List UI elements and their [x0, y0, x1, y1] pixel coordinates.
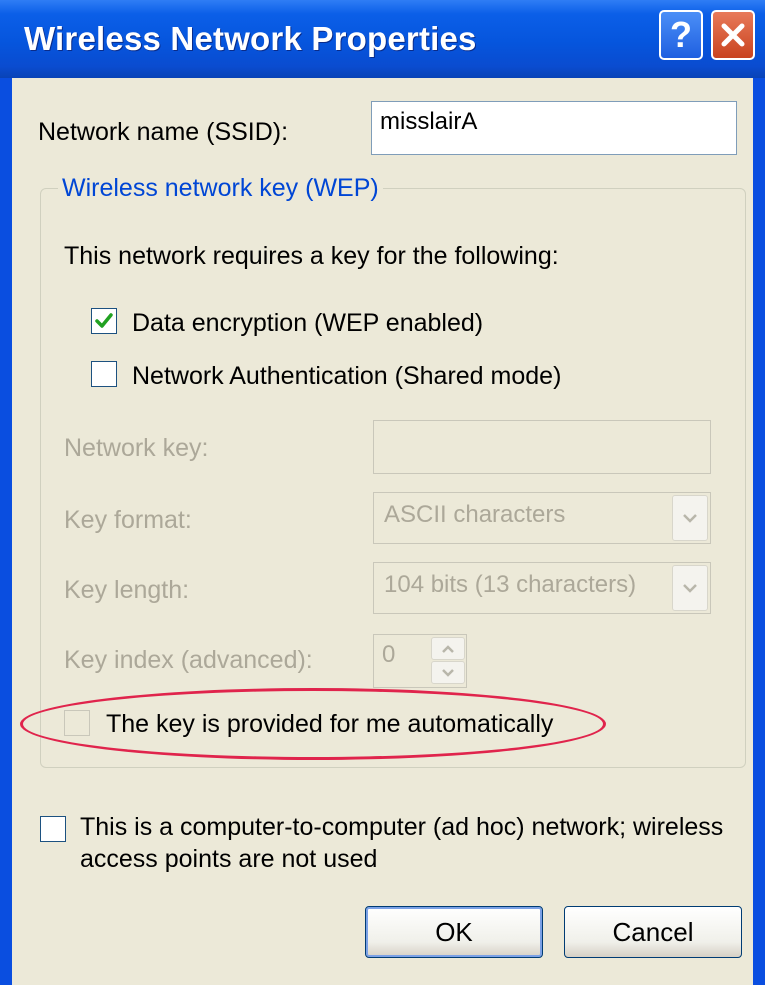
help-icon: ? [670, 14, 692, 55]
checkmark-icon [95, 313, 113, 328]
wep-group-title: Wireless network key (WEP) [58, 174, 383, 203]
help-button[interactable]: ? [659, 10, 703, 60]
adhoc-label-line2[interactable]: access points are not used [80, 845, 377, 874]
cancel-button[interactable]: Cancel [564, 906, 742, 958]
ok-button[interactable]: OK [365, 906, 543, 958]
adhoc-label-line1[interactable]: This is a computer-to-computer (ad hoc) … [80, 813, 723, 842]
key-format-label: Key format: [64, 506, 192, 534]
key-index-up-button[interactable] [431, 637, 465, 660]
data-encryption-label[interactable]: Data encryption (WEP enabled) [132, 309, 483, 338]
wep-intro-text: This network requires a key for the foll… [64, 242, 559, 270]
key-index-down-button[interactable] [431, 661, 465, 684]
adhoc-checkbox[interactable] [40, 816, 66, 842]
chevron-down-icon [442, 668, 454, 677]
key-index-value: 0 [382, 641, 396, 668]
network-key-input[interactable] [373, 420, 711, 474]
network-auth-checkbox[interactable] [91, 361, 117, 387]
key-format-value: ASCII characters [384, 501, 566, 528]
close-button[interactable] [711, 10, 755, 60]
chevron-down-icon [683, 514, 697, 523]
ssid-value: misslairA [380, 108, 478, 135]
title-bar[interactable]: Wireless Network Properties ? [0, 0, 765, 78]
chevron-down-icon [683, 584, 697, 593]
key-index-label: Key index (advanced): [64, 646, 313, 674]
key-format-dropdown-button[interactable] [672, 495, 708, 541]
network-auth-label[interactable]: Network Authentication (Shared mode) [132, 362, 561, 391]
network-key-label: Network key: [64, 434, 209, 462]
close-icon [721, 23, 745, 47]
dialog-window: Wireless Network Properties ? Network na… [0, 0, 765, 985]
ssid-input[interactable]: misslairA [371, 101, 737, 155]
window-title: Wireless Network Properties [24, 20, 477, 57]
key-length-label: Key length: [64, 576, 190, 604]
key-format-select[interactable]: ASCII characters [373, 492, 711, 544]
key-length-select[interactable]: 104 bits (13 characters) [373, 562, 711, 614]
highlight-ellipse [20, 688, 606, 760]
ssid-label: Network name (SSID): [38, 118, 289, 146]
data-encryption-checkbox[interactable] [91, 308, 117, 334]
chevron-up-icon [442, 644, 454, 653]
key-length-dropdown-button[interactable] [672, 565, 708, 611]
dialog-body: Network name (SSID): misslairA Wireless … [12, 78, 753, 985]
key-length-value: 104 bits (13 characters) [384, 571, 637, 598]
